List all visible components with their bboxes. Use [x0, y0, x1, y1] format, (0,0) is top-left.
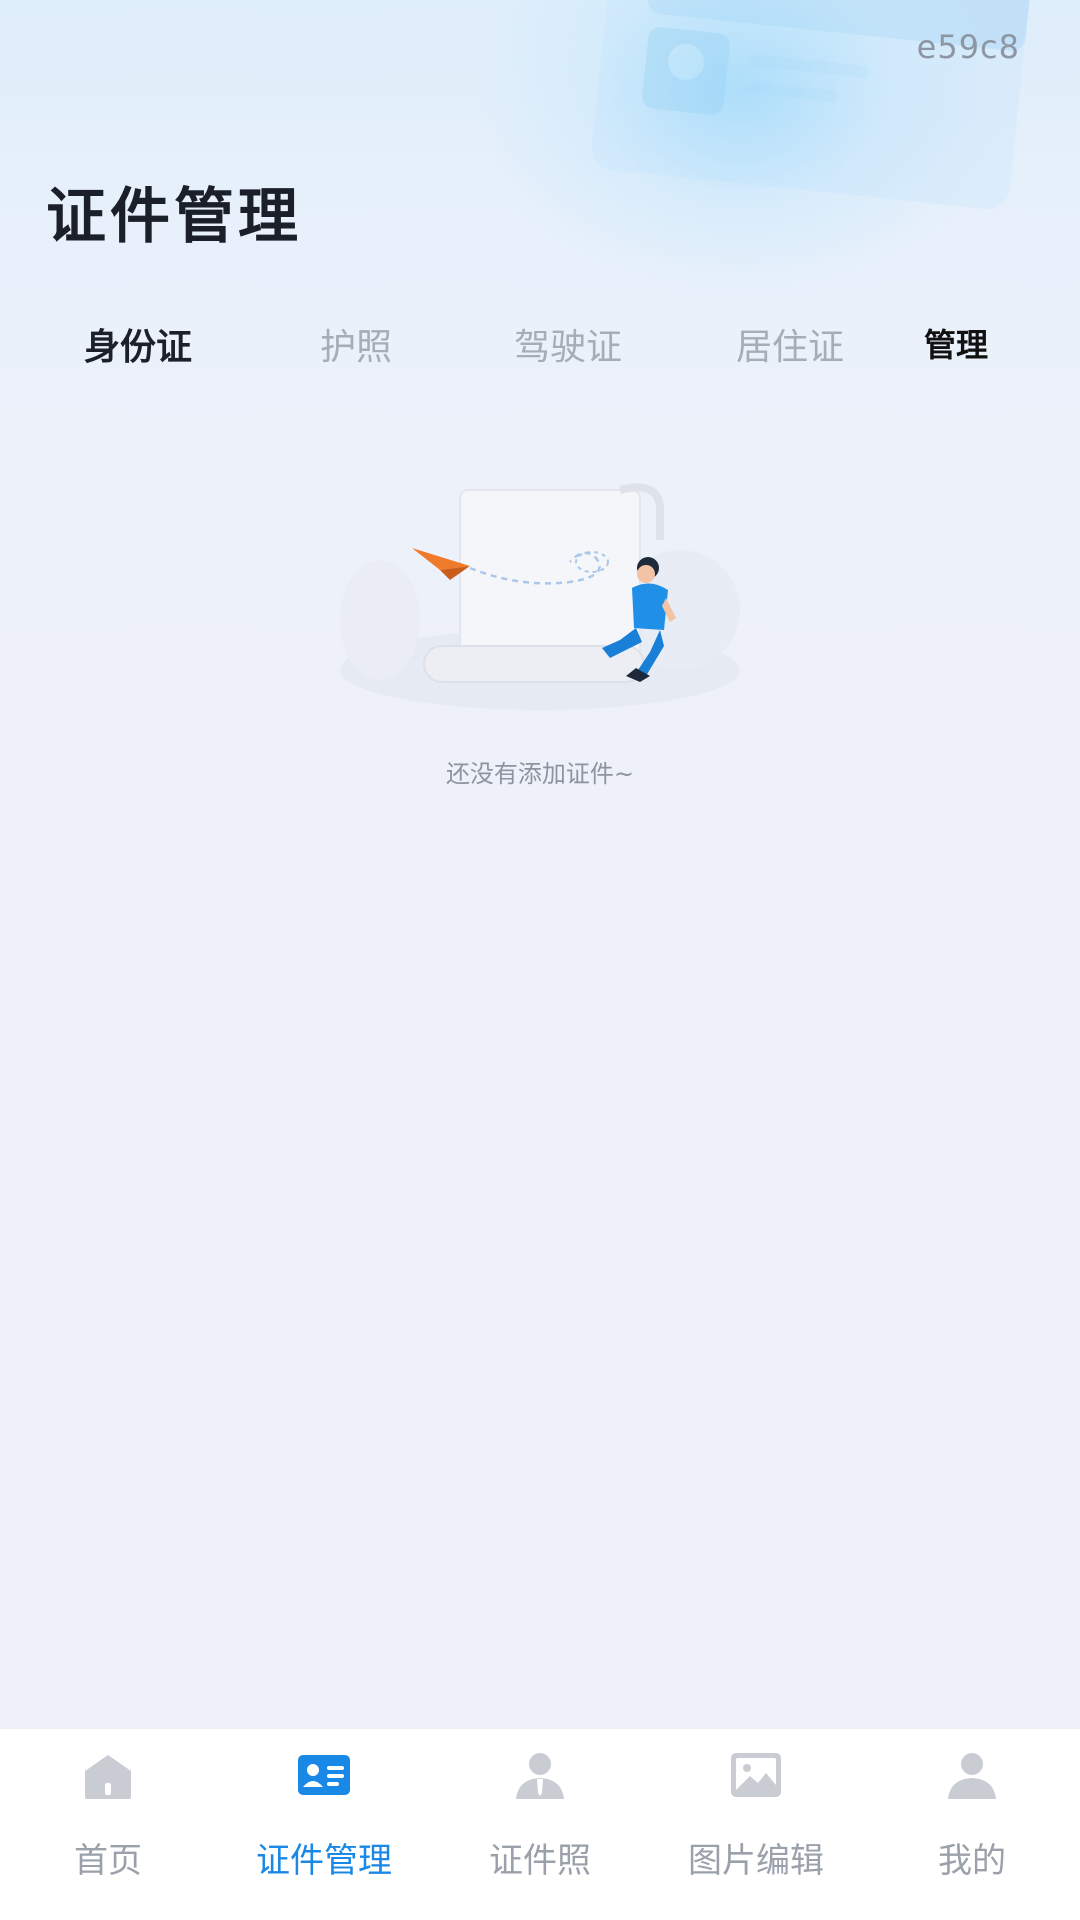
tabbar-item-home[interactable]: 首页 [0, 1729, 216, 1920]
id-photo-icon [512, 1747, 568, 1803]
manage-button[interactable]: 管理 [924, 320, 988, 366]
tab-drivers-license[interactable]: 驾驶证 [514, 318, 622, 370]
empty-state-illustration [320, 470, 760, 720]
build-tag: e59c8 [916, 28, 1020, 66]
certificate-tabs: 身份证 护照 驾驶证 居住证 管理 [0, 318, 1080, 382]
bottom-tab-bar: 首页 证件管理 证件照 图片编辑 我的 [0, 1728, 1080, 1920]
tabbar-label: 我的 [938, 1841, 1006, 1881]
tabbar-item-image-edit[interactable]: 图片编辑 [648, 1729, 864, 1920]
tab-id-card[interactable]: 身份证 [84, 318, 192, 370]
tab-residence-permit[interactable]: 居住证 [736, 318, 844, 370]
image-icon [728, 1747, 784, 1803]
tabbar-item-profile[interactable]: 我的 [864, 1729, 1080, 1920]
tabbar-item-certificates[interactable]: 证件管理 [216, 1729, 432, 1920]
tabbar-label: 首页 [74, 1841, 142, 1881]
tabbar-item-id-photo[interactable]: 证件照 [432, 1729, 648, 1920]
empty-state-text: 还没有添加证件~ [445, 760, 635, 788]
tabbar-label: 证件照 [489, 1841, 591, 1881]
home-icon [80, 1747, 136, 1803]
tabbar-label: 证件管理 [256, 1841, 392, 1881]
page-title: 证件管理 [46, 182, 302, 252]
screen: e59c8 证件管理 身份证 护照 驾驶证 居住证 管理 还没有添加证件~ 首页… [0, 0, 1080, 1920]
user-icon [944, 1747, 1000, 1803]
tabbar-label: 图片编辑 [688, 1841, 824, 1881]
tab-passport[interactable]: 护照 [320, 318, 392, 370]
id-card-icon [296, 1747, 352, 1803]
